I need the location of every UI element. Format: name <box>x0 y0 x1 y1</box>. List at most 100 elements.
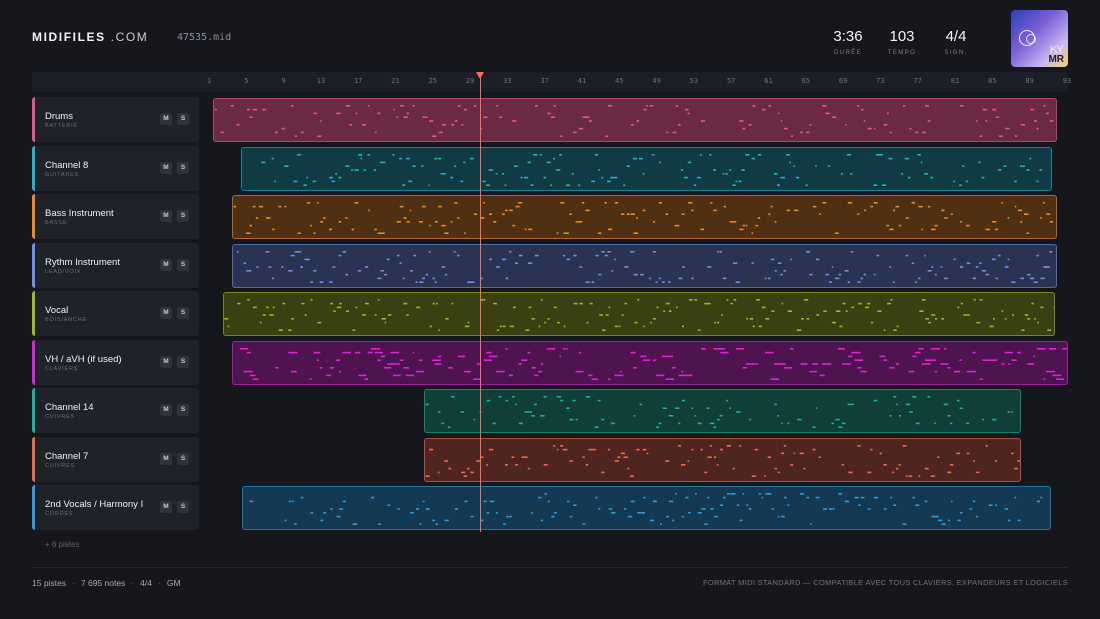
brand-logo[interactable]: MIDIFILES .COM <box>32 30 148 44</box>
midi-note <box>338 254 342 256</box>
midi-note <box>735 180 737 182</box>
midi-note <box>258 205 263 208</box>
piano-roll[interactable] <box>205 92 1070 538</box>
midi-note <box>432 302 435 305</box>
midi-note <box>358 374 367 376</box>
solo-button[interactable]: S <box>177 404 189 416</box>
midi-note <box>973 459 976 462</box>
track-clip[interactable] <box>223 292 1055 336</box>
track-header[interactable]: VH / aVH (if used) CLAVIERS M S <box>32 339 199 385</box>
track-clip[interactable] <box>424 437 1021 482</box>
track-clip[interactable] <box>232 340 1068 385</box>
midi-note <box>454 508 458 510</box>
midi-note <box>681 370 684 372</box>
midi-note <box>377 277 382 279</box>
mute-button[interactable]: M <box>160 307 172 319</box>
album-cover[interactable]: KY MR <box>1011 10 1068 67</box>
midi-note <box>588 120 593 122</box>
midi-note <box>953 180 956 182</box>
midi-note <box>351 168 354 171</box>
midi-note <box>1046 112 1049 115</box>
midi-note <box>909 411 913 413</box>
midi-note <box>1062 347 1067 350</box>
midi-note <box>509 250 512 253</box>
playhead-handle-icon[interactable] <box>476 72 484 79</box>
mute-button[interactable]: M <box>160 210 172 222</box>
midi-note <box>349 124 353 126</box>
midi-note <box>665 213 669 215</box>
ruler-tick: 73 <box>876 77 885 85</box>
mute-button[interactable]: M <box>160 452 172 465</box>
mute-button[interactable]: M <box>160 355 172 368</box>
midi-note <box>505 209 508 212</box>
midi-note <box>483 202 485 204</box>
more-tracks-link[interactable]: + 6 pistes <box>45 540 79 549</box>
signature-label: SIGN. <box>944 50 968 56</box>
track-clip[interactable] <box>424 389 1021 433</box>
midi-note <box>502 258 507 260</box>
midi-note <box>607 180 611 182</box>
mute-button[interactable]: M <box>160 258 172 271</box>
mute-button[interactable]: M <box>160 113 172 125</box>
track-clip[interactable] <box>232 243 1057 288</box>
solo-button[interactable]: S <box>177 307 189 319</box>
midi-note <box>578 351 582 353</box>
midi-note <box>451 302 454 305</box>
track-header[interactable]: Channel 14 CUIVRES M S <box>32 388 199 433</box>
midi-note <box>717 347 726 350</box>
midi-note <box>681 463 686 466</box>
midi-note <box>312 180 316 182</box>
midi-note <box>495 370 505 372</box>
midi-note <box>565 232 569 234</box>
midi-note <box>432 277 435 279</box>
mute-button[interactable]: M <box>160 404 172 416</box>
solo-button[interactable]: S <box>177 113 189 125</box>
midi-note <box>1014 180 1017 182</box>
track-header[interactable]: Vocal BOIS/ANCHE M S <box>32 291 199 336</box>
track-header[interactable]: Channel 7 CUIVRES M S <box>32 436 199 482</box>
midi-note <box>666 131 669 134</box>
solo-button[interactable]: S <box>177 452 189 465</box>
solo-button[interactable]: S <box>177 355 189 368</box>
track-header[interactable]: Rythm Instrument LEAD/VOIX M S <box>32 242 199 288</box>
track-header[interactable]: Channel 8 GUITARES M S <box>32 145 199 191</box>
track-header[interactable]: Drums BATTERIE M S <box>32 97 199 142</box>
track-header[interactable]: Bass Instrument BASSE M S <box>32 194 199 239</box>
midi-note <box>995 504 997 506</box>
solo-button[interactable]: S <box>177 501 189 513</box>
midi-note <box>1036 254 1039 256</box>
timeline-ruler[interactable]: 1 5 9 13 17 21 25 29 33 37 41 45 49 53 57 61 65 69 73 77 81 8… <box>32 72 1071 92</box>
track-clip[interactable] <box>232 195 1057 239</box>
midi-note <box>547 112 551 115</box>
midi-note <box>722 172 725 175</box>
midi-note <box>1022 164 1025 167</box>
mute-button[interactable]: M <box>160 161 172 174</box>
midi-note <box>649 105 654 107</box>
track-name: Channel 7 <box>45 450 89 462</box>
midi-note <box>291 500 294 503</box>
solo-button[interactable]: S <box>177 258 189 271</box>
midi-note <box>832 116 837 118</box>
midi-note <box>345 310 349 312</box>
track-header[interactable]: 2nd Vocals / Harmony I CORDES M S <box>32 485 199 530</box>
midi-note <box>989 325 994 328</box>
midi-note <box>727 493 730 495</box>
mute-button[interactable]: M <box>160 501 172 513</box>
solo-button[interactable]: S <box>177 210 189 222</box>
track-clip[interactable] <box>213 98 1057 142</box>
midi-note <box>592 448 596 450</box>
midi-note <box>681 325 684 328</box>
ruler-tick: 65 <box>801 77 811 85</box>
midi-note <box>930 347 940 350</box>
track-clip[interactable] <box>242 486 1051 530</box>
midi-note <box>512 224 516 227</box>
midi-note <box>539 153 542 156</box>
track-clip[interactable] <box>241 146 1052 191</box>
midi-note <box>1026 273 1031 275</box>
midi-note <box>527 161 531 163</box>
midi-note <box>392 153 395 156</box>
track-name: Bass Instrument <box>45 208 114 219</box>
midi-note <box>233 205 237 208</box>
playhead[interactable] <box>476 72 484 532</box>
solo-button[interactable]: S <box>177 161 189 174</box>
